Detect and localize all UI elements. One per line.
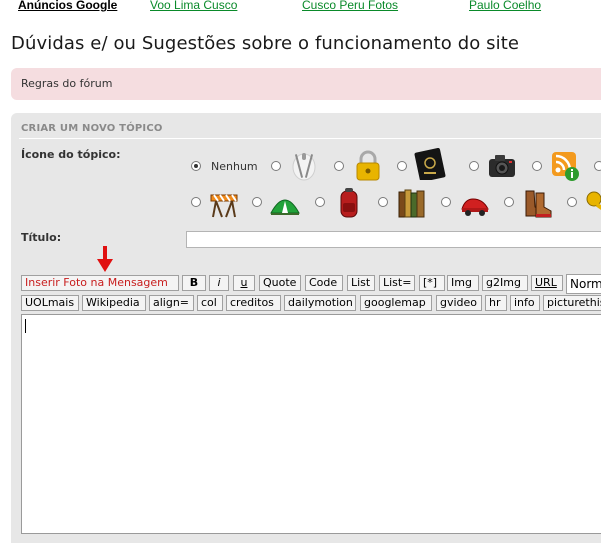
message-textarea[interactable] xyxy=(21,314,601,534)
googlemap-button[interactable]: googlemap xyxy=(360,295,432,311)
radio-icon-none[interactable] xyxy=(191,161,201,171)
insert-photo-button[interactable]: Inserir Foto na Mensagem xyxy=(21,275,179,291)
info-button[interactable]: info xyxy=(510,295,540,311)
backpack-icon xyxy=(340,188,358,218)
radio-icon-car[interactable] xyxy=(441,197,451,207)
passport-icon xyxy=(414,148,446,180)
panel-heading: CRIAR UM NOVO TÓPICO xyxy=(21,123,163,134)
ad-link-voo-lima-cusco[interactable]: Voo Lima Cusco xyxy=(150,0,237,12)
font-size-select[interactable]: Normal xyxy=(566,274,601,294)
topic-icon-label: Ícone do tópico: xyxy=(21,148,121,161)
icon-none-label: Nenhum xyxy=(211,160,258,173)
radio-icon-silverware[interactable] xyxy=(271,161,281,171)
col-button[interactable]: col xyxy=(197,295,223,311)
panel-divider xyxy=(19,138,601,139)
forum-rules-box: Regras do fórum xyxy=(11,68,601,100)
hiking-boots-icon xyxy=(525,190,552,218)
radio-icon-passport[interactable] xyxy=(397,161,407,171)
img-button[interactable]: Img xyxy=(447,275,479,291)
hr-button[interactable]: hr xyxy=(485,295,507,311)
url-button[interactable]: URL xyxy=(531,275,563,291)
radio-icon-camera[interactable] xyxy=(469,161,479,171)
creditos-button[interactable]: creditos xyxy=(226,295,281,311)
padlock-icon xyxy=(356,150,380,181)
silverware-icon xyxy=(292,153,316,181)
ads-bar: Anúncios Google Voo Lima Cusco Cusco Per… xyxy=(0,0,601,14)
italic-button[interactable]: i xyxy=(209,275,229,291)
forum-rules-link[interactable]: Regras do fórum xyxy=(21,77,112,90)
radio-icon-key[interactable] xyxy=(567,197,577,207)
title-input[interactable] xyxy=(186,231,601,248)
g2img-button[interactable]: g2Img xyxy=(482,275,528,291)
uolmais-button[interactable]: UOLmais xyxy=(21,295,79,311)
roadblock-icon xyxy=(210,194,238,218)
quote-button[interactable]: Quote xyxy=(259,275,301,291)
list-item-button[interactable]: [*] xyxy=(419,275,445,291)
align-button[interactable]: align= xyxy=(149,295,194,311)
books-icon xyxy=(398,189,425,218)
radio-icon-boots[interactable] xyxy=(504,197,514,207)
wikipedia-button[interactable]: Wikipedia xyxy=(82,295,146,311)
gvideo-button[interactable]: gvideo xyxy=(436,295,482,311)
arrow-down-icon xyxy=(97,246,113,272)
code-button[interactable]: Code xyxy=(305,275,343,291)
camera-icon xyxy=(489,155,515,177)
dailymotion-button[interactable]: dailymotion xyxy=(284,295,356,311)
key-icon xyxy=(586,191,601,215)
list-ordered-button[interactable]: List= xyxy=(379,275,415,291)
ad-link-paulo-coelho[interactable]: Paulo Coelho xyxy=(469,0,541,12)
ads-label[interactable]: Anúncios Google xyxy=(18,0,117,12)
radio-icon-books[interactable] xyxy=(378,197,388,207)
list-button[interactable]: List xyxy=(347,275,375,291)
text-caret xyxy=(25,319,26,333)
radio-icon-extra[interactable] xyxy=(594,161,601,171)
bold-button[interactable]: B xyxy=(182,275,206,291)
page-title: Dúvidas e/ ou Sugestões sobre o funciona… xyxy=(11,33,520,54)
radio-icon-tent[interactable] xyxy=(252,197,262,207)
radio-icon-roadblock[interactable] xyxy=(191,197,201,207)
title-label: Título: xyxy=(21,231,62,244)
car-icon xyxy=(461,198,489,216)
underline-button[interactable]: u xyxy=(233,275,255,291)
tent-icon xyxy=(270,199,300,215)
radio-icon-padlock[interactable] xyxy=(334,161,344,171)
ad-link-cusco-peru-fotos[interactable]: Cusco Peru Fotos xyxy=(302,0,398,12)
rss-info-icon xyxy=(552,152,579,181)
picturethis-button[interactable]: picturethis xyxy=(543,295,601,311)
radio-icon-rss[interactable] xyxy=(532,161,542,171)
radio-icon-backpack[interactable] xyxy=(315,197,325,207)
